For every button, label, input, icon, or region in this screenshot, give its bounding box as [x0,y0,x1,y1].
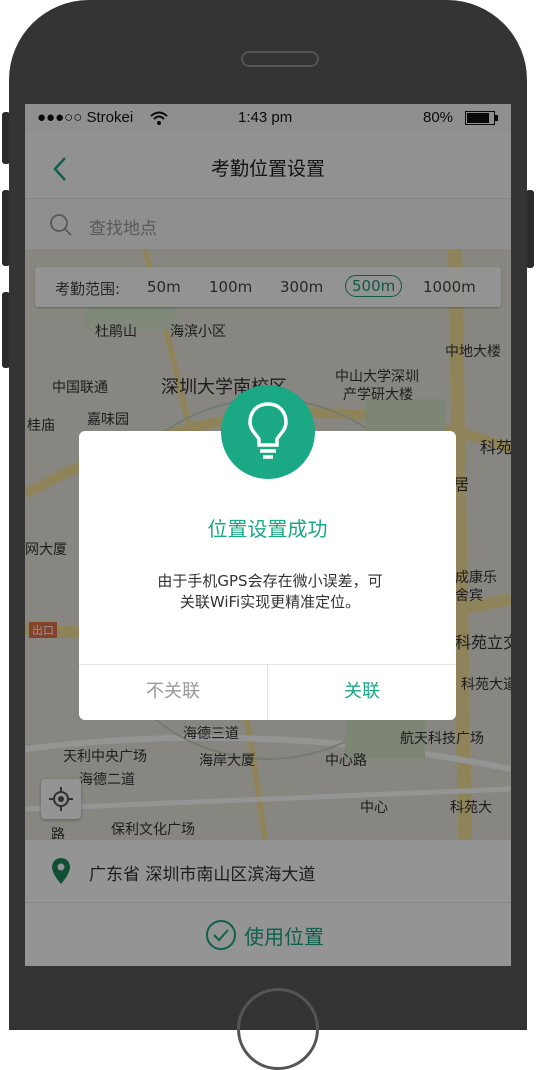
confirm-button[interactable]: 关联 [268,664,456,720]
dialog-icon-badge [221,385,315,479]
cancel-button[interactable]: 不关联 [79,664,267,720]
app-screen: ●●●○○ Strokei 1:43 pm 80% 考勤位置设置 查找地点 考勤… [25,104,511,966]
dialog-message: 由于手机GPS会存在微小误差，可关联WiFi实现更精准定位。 [157,572,383,611]
power-button [526,190,534,268]
dialog-title: 位置设置成功 [207,517,328,541]
speaker-grille [241,51,319,67]
lightbulb-icon [248,402,288,459]
home-button[interactable] [237,988,319,1070]
